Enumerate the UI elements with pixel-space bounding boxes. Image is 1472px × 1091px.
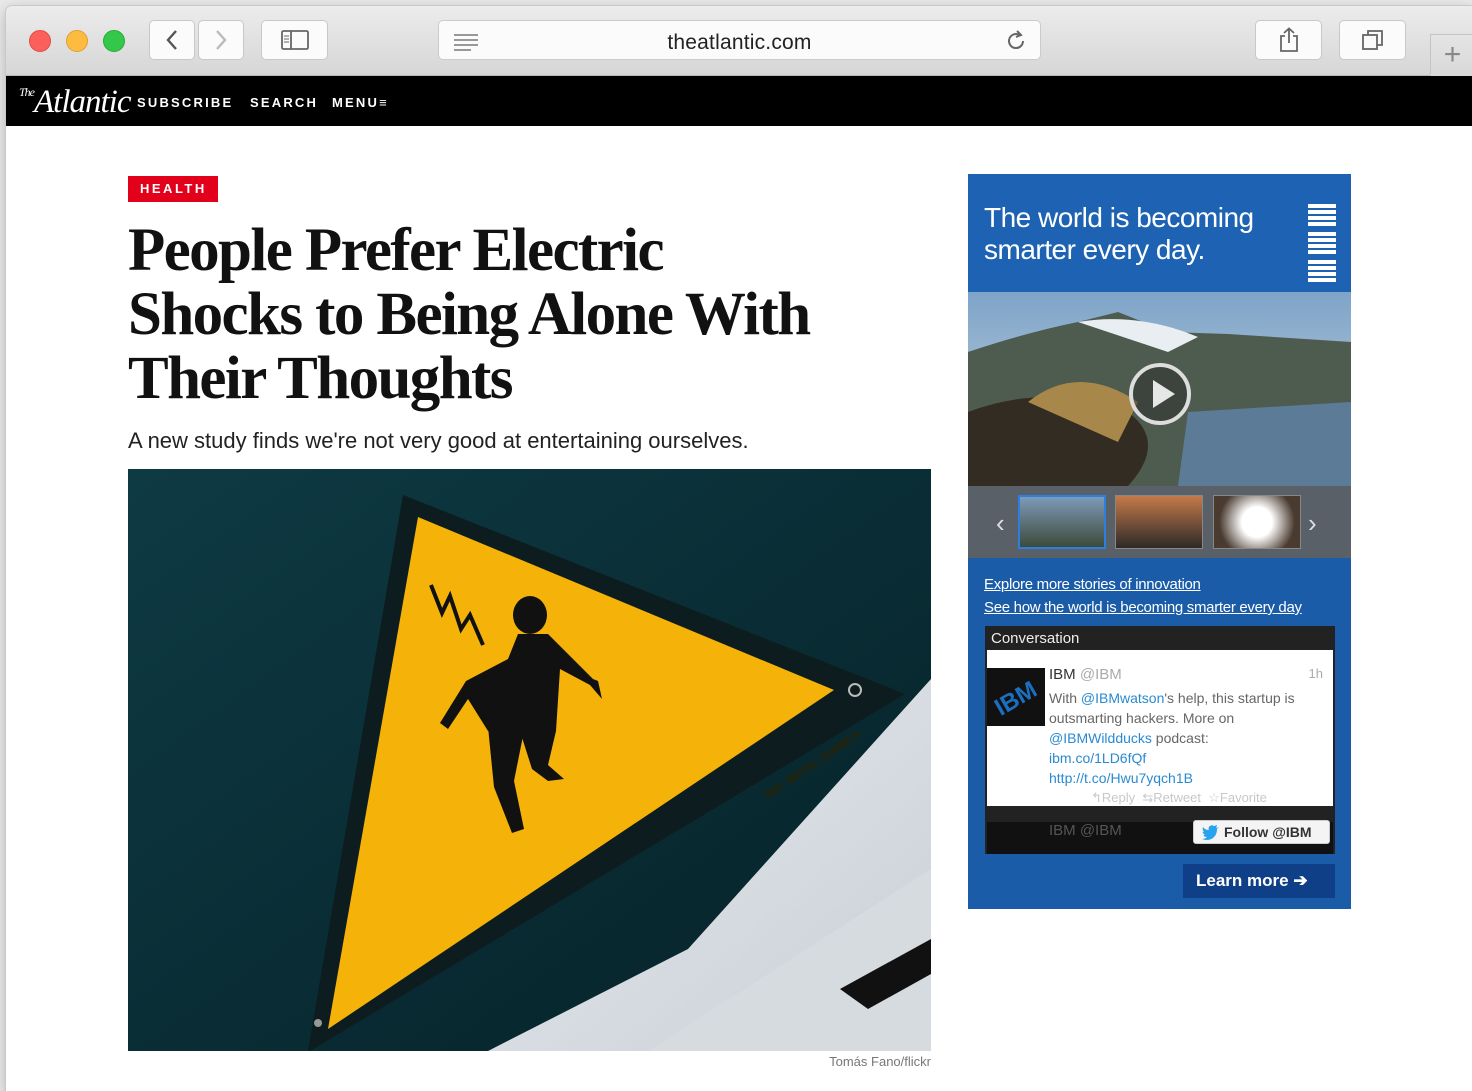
- thumbnail-1[interactable]: [1018, 495, 1106, 549]
- browser-toolbar: theatlantic.com: [6, 6, 1472, 76]
- logo-sup: The: [19, 85, 35, 99]
- video-thumbnails: ‹ ›: [968, 486, 1351, 558]
- thumb-prev-icon[interactable]: ‹: [996, 508, 1005, 539]
- tweet-link[interactable]: ibm.co/1LD6fQf: [1049, 750, 1146, 766]
- ibm-avatar[interactable]: IBM: [987, 668, 1045, 726]
- tweet-mention[interactable]: @IBMWildducks: [1049, 730, 1152, 746]
- nav-menu[interactable]: MENU≡: [332, 95, 387, 110]
- twitter-conversation: Conversation IBM IBM @IBM 1h With @IBMwa…: [985, 626, 1335, 854]
- conversation-title: Conversation: [991, 630, 1080, 647]
- arrow-right-icon: ➔: [1293, 871, 1308, 890]
- tweet: IBM IBM @IBM 1h With @IBMwatson's help, …: [987, 650, 1333, 806]
- star-icon: ☆: [1204, 790, 1220, 805]
- tweet-favorite[interactable]: Favorite: [1220, 790, 1267, 805]
- article-dek: A new study finds we're not very good at…: [128, 428, 749, 453]
- section-tag[interactable]: HEALTH: [128, 176, 218, 202]
- atlantic-logo[interactable]: TheAtlantic: [19, 84, 131, 121]
- tweet-time: 1h: [1308, 666, 1323, 681]
- learn-more-label: Learn more: [1196, 871, 1289, 890]
- tweet-mention[interactable]: @IBMwatson: [1081, 690, 1164, 706]
- minimize-window-button[interactable]: [66, 30, 88, 52]
- address-bar[interactable]: theatlantic.com: [438, 20, 1041, 60]
- tweet-author-handle: @IBM: [1079, 666, 1122, 683]
- new-tab-button[interactable]: +: [1430, 34, 1472, 76]
- twitter-bird-icon: [1202, 825, 1219, 840]
- back-button[interactable]: [149, 20, 195, 60]
- follow-label: Follow @IBM: [1224, 824, 1312, 840]
- tweet-link[interactable]: http://t.co/Hwu7yqch1B: [1049, 770, 1193, 786]
- photo-credit: Tomás Fano/flickr: [829, 1054, 931, 1069]
- play-icon[interactable]: [1128, 362, 1192, 426]
- logo-text: Atlantic: [34, 84, 131, 120]
- forward-button[interactable]: [198, 20, 244, 60]
- svg-text:IBM: IBM: [990, 676, 1042, 721]
- tweet-text: With @IBMwatson's help, this startup is …: [1049, 688, 1329, 788]
- article-headline: People Prefer Electric Shocks to Being A…: [128, 217, 811, 412]
- browser-window: theatlantic.com + TheAtlantic SUBSCRIBE …: [6, 6, 1472, 1091]
- nav-search[interactable]: SEARCH: [250, 95, 318, 110]
- zoom-window-button[interactable]: [103, 30, 125, 52]
- close-window-button[interactable]: [29, 30, 51, 52]
- thumb-next-icon[interactable]: ›: [1308, 508, 1317, 539]
- tweet-author[interactable]: IBM @IBM: [1049, 666, 1122, 683]
- thumbnail-3[interactable]: [1213, 495, 1301, 549]
- plus-icon: +: [1443, 38, 1462, 71]
- sidebar-button[interactable]: [261, 20, 328, 60]
- tweet-reply[interactable]: Reply: [1102, 790, 1135, 805]
- sidebar-icon: [280, 30, 309, 50]
- ad-header: The world is becoming smarter every day.: [968, 174, 1351, 292]
- ad-link-explore[interactable]: Explore more stories of innovation: [984, 576, 1201, 593]
- nav-subscribe[interactable]: SUBSCRIBE: [137, 95, 233, 110]
- learn-more-button[interactable]: Learn more ➔: [1183, 864, 1335, 898]
- tweet-text-part: With: [1049, 690, 1081, 706]
- reload-icon[interactable]: [1004, 29, 1028, 53]
- tweet-retweet[interactable]: Retweet: [1153, 790, 1201, 805]
- follow-button[interactable]: Follow @IBM: [1193, 820, 1330, 844]
- share-icon: [1279, 27, 1298, 52]
- ad-title: The world is becoming smarter every day.: [984, 202, 1254, 265]
- tweet-text-part: podcast:: [1151, 730, 1209, 746]
- tweet-actions: ↰Reply ⇆Retweet ☆Favorite: [1091, 790, 1267, 806]
- hamburger-icon: ≡: [379, 95, 387, 110]
- ibm-logo-icon: [1308, 204, 1336, 282]
- ad-link-see-how[interactable]: See how the world is becoming smarter ev…: [984, 599, 1302, 616]
- url-text: theatlantic.com: [667, 31, 812, 54]
- thumbnail-2[interactable]: [1115, 495, 1203, 549]
- chevron-right-icon: [216, 30, 227, 50]
- site-nav: TheAtlantic SUBSCRIBE SEARCH MENU≡: [6, 76, 1472, 126]
- hero-image: ING. METAL QUIMICA: [128, 469, 931, 1051]
- share-button[interactable]: [1255, 20, 1322, 60]
- tweet-2-author: IBM @IBM: [1049, 822, 1122, 839]
- chevron-left-icon: [166, 30, 177, 50]
- ibm-ad[interactable]: The world is becoming smarter every day.: [968, 174, 1351, 909]
- reply-icon: ↰: [1091, 790, 1102, 805]
- tweet-author-name: IBM: [1049, 666, 1076, 683]
- tabs-overview-button[interactable]: [1339, 20, 1406, 60]
- retweet-icon: ⇆: [1138, 790, 1154, 805]
- nav-menu-label: MENU: [332, 95, 380, 110]
- tabs-icon: [1361, 30, 1383, 50]
